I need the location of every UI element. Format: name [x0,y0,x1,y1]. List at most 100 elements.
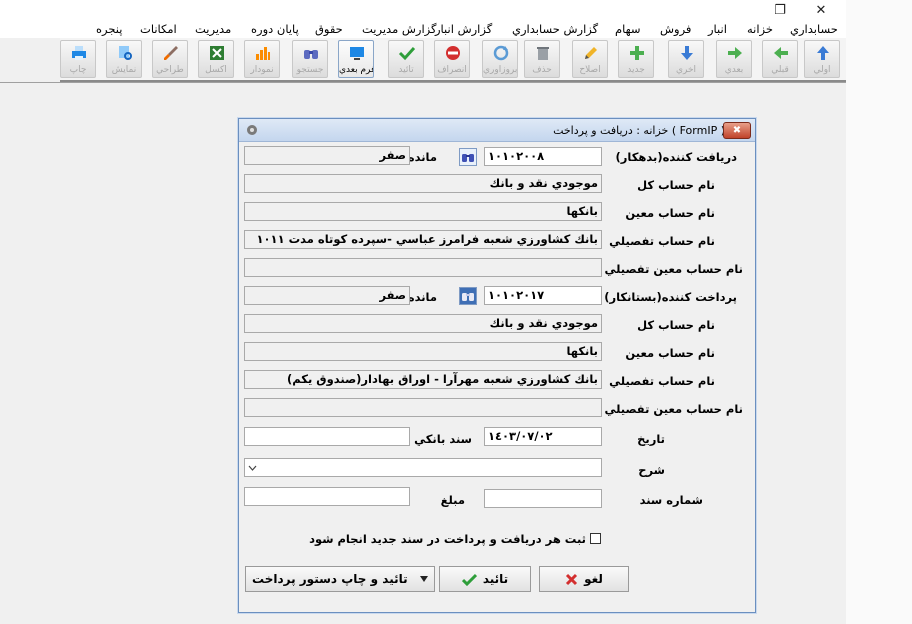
payer-specific-label: نام حساب معين [625,346,715,360]
up-arrow-icon [817,46,829,60]
menu-treasury[interactable]: خزانه [747,22,773,36]
menu-warehouse-reports[interactable]: گزارش انبار [435,22,492,36]
check-icon [398,46,416,61]
cancel-x-icon [566,573,578,585]
chevron-down-icon [248,465,257,471]
dialog-close-button[interactable]: ✖ [723,122,751,139]
payer-specific-account: بانكها [244,342,602,361]
payer-detail-account: بانك كشاورزي شعبه مهرآرا - اوراق بهادار(… [244,370,602,389]
tool-preview[interactable]: نمايش [106,40,142,78]
receiver-lookup-button[interactable] [459,148,477,166]
tool-search[interactable]: جستجو [292,40,328,78]
check-icon [461,573,477,586]
confirm-print-dropdown-button[interactable]: تائيد و چاپ دستور پرداخت [245,566,435,592]
bank-doc-label: سند بانكي [414,432,472,446]
tool-first[interactable]: اولي [804,40,840,78]
payer-lookup-button[interactable] [459,287,477,305]
binoculars-icon [462,154,474,162]
tool-print[interactable]: چاپ [60,40,96,78]
menu-sales[interactable]: فروش [660,22,691,36]
payer-specific-detail-label: نام حساب معين تفصيلي [604,402,743,416]
tool-last[interactable]: آخري [668,40,704,78]
menu-accounting-reports[interactable]: گزارش حسابداري [512,22,598,36]
tool-next[interactable]: بعدي [716,40,752,78]
new-document-checkbox[interactable] [590,533,601,544]
binoculars-icon [462,293,474,301]
pencil-icon [585,47,597,59]
amount-label: مبلغ [440,493,465,507]
doc-number-input[interactable] [484,489,602,508]
description-select[interactable] [244,458,602,477]
receiver-label: دريافت كننده(بدهكار) [615,150,737,164]
right-arrow-icon [728,47,742,59]
preview-icon [119,46,132,60]
binoculars-icon [304,50,318,59]
left-arrow-icon [774,47,788,59]
menu-facilities[interactable]: امكانات [140,22,177,36]
tool-refresh[interactable]: بروزآوري [482,40,518,78]
dropdown-arrow-icon [420,576,428,582]
tool-next-form[interactable]: فرم بعدي [338,40,374,78]
receiver-detail-label: نام حساب تفصيلي [609,234,715,248]
close-window-button[interactable]: ✕ [810,1,832,19]
menu-window[interactable]: پنجره [96,22,122,36]
receiver-general-account: موجودي نقد و بانك [244,174,602,193]
receiver-balance: صفر [244,146,410,165]
chart-icon [256,47,270,60]
bank-doc-input[interactable] [244,427,410,446]
menu-shares[interactable]: سهام [615,22,641,36]
tool-edit[interactable]: اصلاح [572,40,608,78]
tool-chart[interactable]: نمودار [244,40,280,78]
receiver-general-label: نام حساب كل [637,178,715,192]
payer-general-account: موجودي نقد و بانك [244,314,602,333]
date-label: تاريخ [637,432,665,446]
title-bar: ❐ ✕ [0,0,846,20]
description-label: شرح [638,463,665,477]
payer-label: پرداخت كننده(بستانكار) [604,290,737,304]
menu-payroll[interactable]: حقوق [315,22,343,36]
receiver-specific-account: بانكها [244,202,602,221]
receiver-specific-detail-account [244,258,602,277]
cancel-button[interactable]: لغو [539,566,629,592]
tool-previous[interactable]: قبلي [762,40,798,78]
payer-specific-detail-account [244,398,602,417]
menu-period-end[interactable]: پايان دوره [251,22,299,36]
tool-design[interactable]: طراحي [152,40,188,78]
payer-balance-label: مانده [407,290,437,304]
dialog-title: خزانه : دريافت و پرداخت ( FormIP ) [553,124,725,137]
receiver-specific-label: نام حساب معين [625,206,715,220]
payer-balance: صفر [244,286,410,305]
restore-button[interactable]: ❐ [769,1,791,19]
refresh-icon [493,45,509,61]
receiver-code-input[interactable]: ١٠١٠٢٠٠٨ [484,147,602,166]
toolbar: اولي قبلي بعدي آخري جديد اصلاح حذف بروزآ… [60,38,846,82]
payer-detail-label: نام حساب تفصيلي [609,374,715,388]
down-arrow-icon [681,46,693,60]
doc-number-label: شماره سند [639,493,703,507]
app-icon [247,125,257,135]
plus-icon [630,46,644,60]
payer-code-input[interactable]: ١٠١٠٢٠١٧ [484,286,602,305]
tool-confirm[interactable]: تائيد [388,40,424,78]
tool-new[interactable]: جديد [618,40,654,78]
amount-input[interactable] [244,487,410,506]
tool-excel[interactable]: اكسل [198,40,234,78]
brush-icon [164,46,178,60]
dialog-title-bar[interactable]: خزانه : دريافت و پرداخت ( FormIP ) ✖ [239,119,755,142]
excel-icon [210,46,224,60]
trash-icon [537,47,549,60]
menu-management-reports[interactable]: گزارش مديريت [362,22,437,36]
menu-warehouse[interactable]: انبار [708,22,727,36]
receiver-detail-account: بانك كشاورزي شعبه فرامرز عباسي -سپرده كو… [244,230,602,249]
receiver-balance-label: مانده [407,150,437,164]
tool-cancel[interactable]: انصراف [434,40,470,78]
menu-bar: حسابداري خزانه انبار فروش سهام گزارش حسا… [0,20,846,38]
menu-accounting[interactable]: حسابداري [790,22,838,36]
menu-management[interactable]: مديريت [195,22,231,36]
cancel-icon [446,46,460,60]
tool-delete[interactable]: حذف [524,40,560,78]
date-input[interactable]: ١٤٠٣/٠٧/٠٢ [484,427,602,446]
monitor-icon [350,47,364,60]
confirm-button[interactable]: تائيد [439,566,531,592]
payer-general-label: نام حساب كل [637,318,715,332]
